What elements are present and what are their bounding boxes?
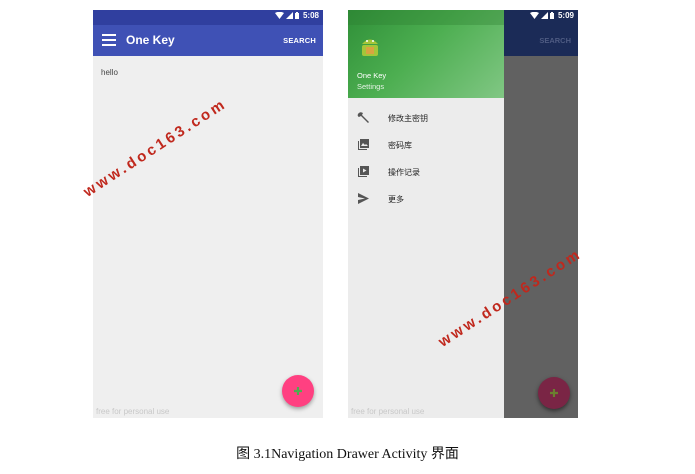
drawer-item-change-master-key[interactable]: 修改主密钥 — [348, 105, 504, 131]
status-bar: 5:08 — [93, 10, 323, 25]
drawer-item-label: 更多 — [388, 195, 404, 204]
status-time: 5:09 — [557, 11, 574, 20]
content-text: hello — [101, 68, 118, 77]
drawer-item-password-vault[interactable]: 密码库 — [348, 132, 504, 158]
drawer-item-label: 操作记录 — [388, 168, 420, 177]
screenshot-main-activity: 5:08 One Key SEARCH hello free for perso… — [93, 10, 323, 418]
battery-icon — [294, 12, 299, 19]
android-logo-icon — [362, 39, 378, 56]
status-time: 5:08 — [302, 11, 319, 20]
android-icon: ✚ — [549, 387, 559, 400]
drawer-header: One Key Settings — [348, 10, 504, 98]
drawer-item-label: 密码库 — [388, 141, 412, 150]
watermark-footnote: free for personal use — [96, 407, 170, 416]
android-icon: ✚ — [293, 385, 303, 398]
wifi-icon — [529, 12, 539, 19]
signal-icon — [285, 12, 293, 19]
app-bar: One Key SEARCH — [93, 25, 323, 56]
wifi-icon — [274, 12, 284, 19]
floating-action-button: ✚ — [538, 377, 570, 409]
drawer-item-more[interactable]: 更多 — [348, 186, 504, 212]
drawer-status-bar — [348, 10, 504, 25]
dimmed-app-bar: 5:09 SEARCH — [504, 10, 578, 56]
search-button: SEARCH — [539, 36, 571, 45]
app-title: One Key — [126, 33, 175, 47]
send-icon — [358, 193, 369, 204]
play-list-icon — [358, 166, 369, 177]
figure-caption: 图 3.1Navigation Drawer Activity 界面 — [236, 447, 459, 462]
wrench-icon — [357, 112, 369, 123]
watermark-footnote: free for personal use — [351, 407, 425, 416]
drawer-app-name: One Key — [357, 71, 387, 80]
battery-icon — [549, 12, 554, 19]
gallery-icon — [358, 139, 369, 150]
drawer-item-operation-log[interactable]: 操作记录 — [348, 159, 504, 185]
search-button[interactable]: SEARCH — [283, 36, 316, 45]
hamburger-menu-icon[interactable] — [102, 34, 116, 47]
drawer-subtitle: Settings — [357, 82, 385, 91]
signal-icon — [540, 12, 548, 19]
floating-action-button[interactable]: ✚ — [282, 375, 314, 407]
navigation-drawer: One Key Settings 修改主密钥 密码库 操作记录 更多 free … — [348, 10, 504, 418]
screenshot-navigation-drawer: 5:09 SEARCH One Key Settings 修改主密钥 密码库 操… — [348, 10, 578, 418]
drawer-item-label: 修改主密钥 — [388, 114, 428, 123]
drawer-scrim[interactable] — [504, 10, 578, 418]
